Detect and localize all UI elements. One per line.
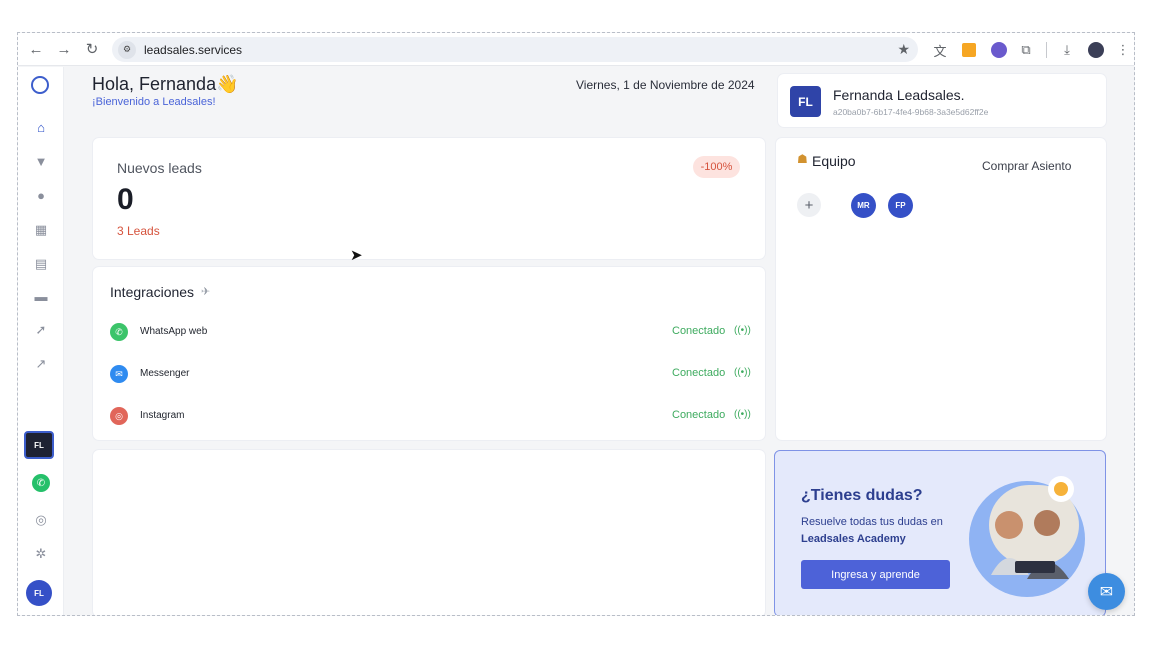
user-avatar[interactable]: FL [26, 580, 52, 606]
academy-cta-button[interactable]: Ingresa y aprende [801, 560, 950, 589]
address-bar[interactable]: ⚙ leadsales.services ★ [112, 37, 918, 62]
integration-name: WhatsApp web [140, 326, 208, 337]
bookmark-star-icon[interactable]: ★ [897, 41, 910, 58]
forward-icon[interactable]: → [50, 35, 78, 63]
profile-avatar: FL [790, 86, 821, 117]
instagram-icon: ◎ [110, 407, 128, 425]
automation-cursor-icon[interactable]: ➚ [31, 320, 51, 340]
integrations-card: Integraciones ✈ ✆ WhatsApp web Conectado… [93, 267, 765, 440]
integration-status: Conectado [672, 325, 726, 337]
extensions-puzzle-icon[interactable]: ⧉ [1016, 40, 1036, 60]
buy-seat-button[interactable]: Comprar Asiento [982, 159, 1071, 173]
analytics-trend-icon[interactable]: ↗ [31, 354, 51, 374]
new-leads-value: 0 [117, 183, 134, 216]
integrations-title: Integraciones [110, 284, 195, 300]
reload-icon[interactable]: ↻ [78, 35, 106, 63]
back-icon[interactable]: ← [22, 35, 50, 63]
academy-card: ¿Tienes dudas? Resuelve todas tus dudas … [774, 450, 1106, 615]
academy-illustration [969, 476, 1085, 597]
team-card: ☗ Equipo Comprar Asiento + MR FP [776, 138, 1106, 440]
new-leads-card: Nuevos leads 0 3 Leads -100% [93, 138, 765, 259]
leads-change-badge: -100% [693, 156, 740, 178]
academy-text-prefix: Resuelve todas tus dudas en [801, 516, 943, 528]
welcome-subtitle: ¡Bienvenido a Leadsales! [92, 96, 216, 108]
sidebar: ⌂ ▼ ● ▦ ▤ ▬ ➚ ↗ FL ✆ ◎ ✲ FL [18, 67, 64, 615]
satellite-icon: ✈ [201, 286, 211, 298]
calendar-icon[interactable]: ▦ [31, 220, 51, 240]
messenger-icon: ✉ [110, 365, 128, 383]
whatsapp-icon: ✆ [110, 323, 128, 341]
globe-icon[interactable]: ◎ [31, 510, 51, 530]
integration-status: Conectado [672, 409, 726, 421]
browser-profile-avatar[interactable] [1088, 42, 1104, 58]
integration-row-instagram[interactable]: ◎ Instagram Conectado ((•)) [110, 407, 751, 427]
empty-panel [93, 450, 765, 615]
greeting-heading: Hola, Fernanda👋 [92, 74, 239, 94]
integration-name: Instagram [140, 410, 185, 421]
extension-orange-icon[interactable] [962, 43, 976, 57]
integration-row-whatsapp[interactable]: ✆ WhatsApp web Conectado ((•)) [110, 323, 751, 343]
messages-icon[interactable]: ▬ [31, 286, 51, 306]
support-chat-button[interactable]: ✉ [1088, 573, 1125, 610]
extension-purple-icon[interactable] [991, 42, 1007, 58]
mouse-cursor-icon: ➤ [350, 247, 363, 264]
team-member-avatar[interactable]: FP [888, 193, 913, 218]
profile-id: a20ba0b7-6b17-4fe4-9b68-3a3e5d62ff2e [833, 107, 989, 117]
academy-link-text: Leadsales Academy [801, 533, 906, 545]
funnel-icon[interactable]: ▼ [31, 151, 51, 171]
team-title: Equipo [812, 153, 856, 169]
app-frame: ← → ↻ ⚙ leadsales.services ★ 文 ⧉ ⤓ ⋮ ⌂ ▼… [17, 32, 1135, 616]
translate-icon[interactable]: 文 [930, 40, 950, 60]
new-leads-title: Nuevos leads [117, 160, 202, 176]
signal-icon: ((•)) [734, 325, 751, 336]
contacts-icon[interactable]: ▤ [31, 254, 51, 274]
app-logo-icon[interactable] [31, 76, 49, 94]
academy-description: Resuelve todas tus dudas en Leadsales Ac… [801, 514, 966, 548]
toolbar-divider [1046, 42, 1047, 58]
whatsapp-icon[interactable]: ✆ [32, 474, 50, 492]
profile-name: Fernanda Leadsales. [833, 87, 965, 103]
home-icon[interactable]: ⌂ [31, 117, 51, 137]
url-text[interactable]: leadsales.services [144, 43, 242, 57]
integration-name: Messenger [140, 368, 190, 379]
leads-total: 3 Leads [117, 224, 160, 238]
download-icon[interactable]: ⤓ [1057, 40, 1077, 60]
site-settings-icon[interactable]: ⚙ [118, 40, 136, 59]
browser-toolbar: ← → ↻ ⚙ leadsales.services ★ 文 ⧉ ⤓ ⋮ [18, 33, 1134, 66]
settings-gear-icon[interactable]: ✲ [31, 544, 51, 564]
academy-title: ¿Tienes dudas? [801, 487, 923, 504]
team-icon: ☗ [797, 152, 808, 166]
chat-icon[interactable]: ● [31, 185, 51, 205]
add-member-button[interactable]: + [797, 193, 821, 217]
signal-icon: ((•)) [734, 409, 751, 420]
integration-row-messenger[interactable]: ✉ Messenger Conectado ((•)) [110, 365, 751, 385]
current-date: Viernes, 1 de Noviembre de 2024 [576, 78, 755, 92]
team-member-avatar[interactable]: MR [851, 193, 876, 218]
workspace-badge[interactable]: FL [24, 431, 54, 459]
profile-card: FL Fernanda Leadsales. a20ba0b7-6b17-4fe… [778, 74, 1106, 127]
integration-status: Conectado [672, 367, 726, 379]
signal-icon: ((•)) [734, 367, 751, 378]
browser-menu-icon[interactable]: ⋮ [1113, 40, 1133, 60]
